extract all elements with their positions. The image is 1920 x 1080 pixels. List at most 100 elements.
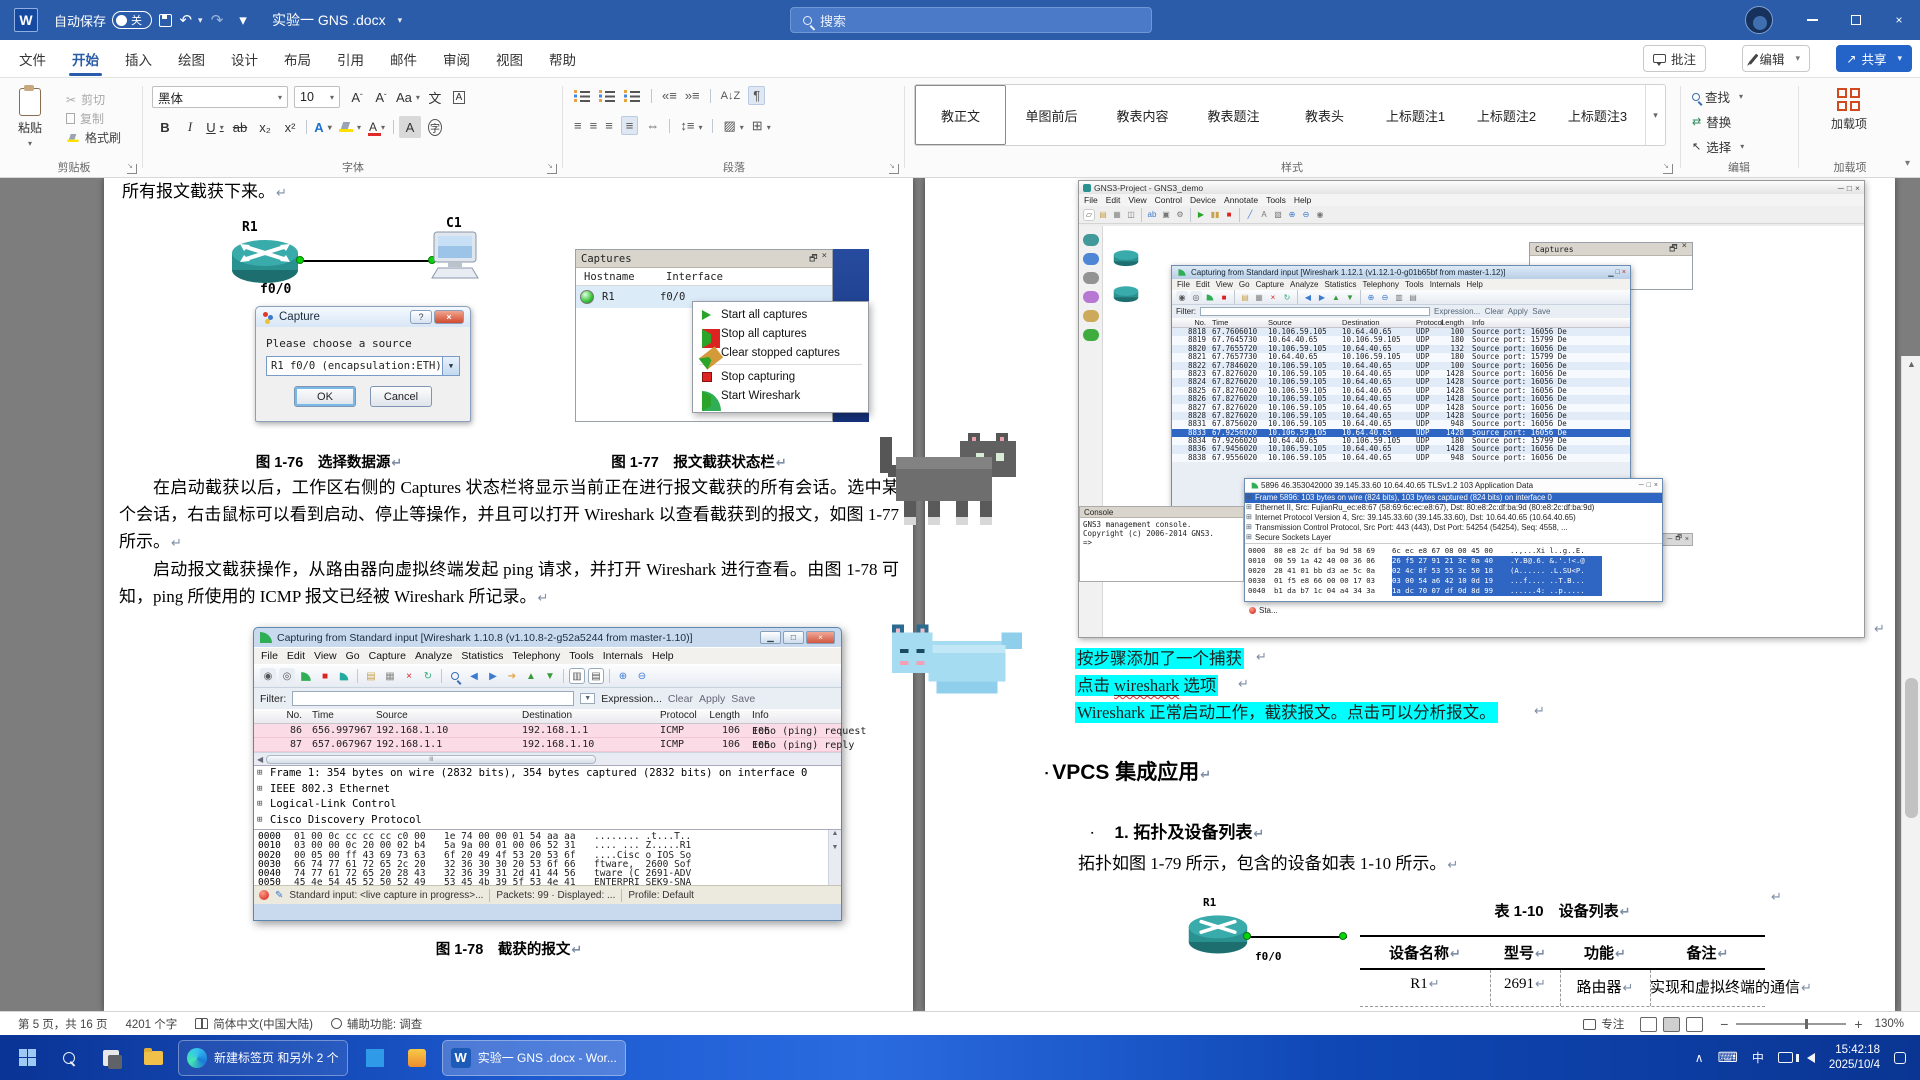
numbered-list-button[interactable] bbox=[599, 89, 616, 102]
styles-dialog-launcher[interactable]: ↘ bbox=[1663, 164, 1673, 174]
proofing-status[interactable]: 简体中文(中国大陆) bbox=[195, 1016, 313, 1032]
zoom-in-button[interactable]: + bbox=[1854, 1016, 1862, 1032]
text-effects-button[interactable]: A▾ bbox=[312, 116, 334, 138]
zoom-in-icon[interactable]: ⊕ bbox=[1286, 209, 1298, 221]
vertical-scrollbar[interactable]: ▲▼ bbox=[828, 830, 841, 885]
float-panel-icon[interactable]: 🗗 bbox=[1669, 241, 1677, 257]
switch-tool-icon[interactable] bbox=[1083, 253, 1099, 265]
shading-button[interactable]: ▨▾ bbox=[723, 118, 743, 134]
tray-overflow-button[interactable]: ∧ bbox=[1695, 1051, 1704, 1065]
ribbon-tab[interactable]: 设计 bbox=[218, 40, 271, 78]
line-spacing-button[interactable]: ↕≡▾ bbox=[680, 118, 702, 133]
style-item[interactable]: 教正文 bbox=[915, 85, 1006, 145]
scrollbar-thumb[interactable] bbox=[1905, 678, 1918, 818]
ribbon-tab[interactable]: 文件 bbox=[6, 40, 59, 78]
cancel-button[interactable]: Cancel bbox=[370, 386, 432, 407]
context-menu-item[interactable]: Stop capturing bbox=[693, 367, 868, 386]
detail-row[interactable]: Internet Protocol Version 4, Src: 39.145… bbox=[1245, 513, 1662, 523]
zoom-level[interactable]: 130% bbox=[1875, 1018, 1904, 1030]
addins-button[interactable]: 加载项 bbox=[1826, 88, 1872, 132]
menu-item[interactable]: Edit bbox=[1196, 280, 1210, 289]
ribbon-tab[interactable]: 帮助 bbox=[536, 40, 589, 78]
menu-item[interactable]: Go bbox=[1239, 280, 1250, 289]
menu-item[interactable]: Analyze bbox=[1290, 280, 1318, 289]
close-file-icon[interactable]: × bbox=[401, 668, 417, 684]
minimize-window-button[interactable] bbox=[1790, 0, 1834, 40]
close-panel-icon[interactable]: × bbox=[822, 251, 827, 267]
detail-row[interactable]: Frame 5896: 103 bytes on wire (824 bits)… bbox=[1245, 493, 1662, 503]
popup-title-bar[interactable]: 5896 46.353042000 39.145.33.60 10.64.40.… bbox=[1245, 479, 1662, 493]
menu-item[interactable]: Tools bbox=[1266, 195, 1286, 205]
show-formatting-marks-button[interactable]: ¶ bbox=[748, 86, 765, 105]
minimize-icon[interactable]: ─ bbox=[1838, 183, 1844, 193]
enclose-characters-button[interactable]: 字 bbox=[424, 116, 446, 138]
clipboard-dialog-launcher[interactable]: ↘ bbox=[127, 164, 137, 174]
dialog-title-bar[interactable]: Capture ?× bbox=[256, 307, 470, 327]
paste-button[interactable]: 粘贴▾ bbox=[18, 88, 42, 148]
help-button[interactable]: ? bbox=[410, 310, 432, 324]
font-color-button[interactable]: A▾ bbox=[366, 116, 388, 138]
redo-button[interactable]: ↷ bbox=[204, 7, 230, 33]
filter-input[interactable] bbox=[1200, 307, 1430, 316]
editing-mode-button[interactable]: 编辑▾ bbox=[1742, 45, 1810, 72]
document-page-left[interactable]: 所有报文截获下来。↵ R1 C1 f0/0 bbox=[104, 178, 913, 1011]
captures-panel-header[interactable]: Captures 🗗× bbox=[576, 250, 832, 268]
hex-dump-pane[interactable]: 000080 e8 2c df ba 9d 58 696c ec e8 67 0… bbox=[1245, 544, 1662, 596]
float-panel-icon[interactable]: 🗗 bbox=[809, 251, 817, 267]
undo-button[interactable]: ↶▾ bbox=[178, 7, 204, 33]
ribbon-tab[interactable]: 绘图 bbox=[165, 40, 218, 78]
detail-row[interactable]: Secure Sockets Layer bbox=[1245, 533, 1662, 543]
zoom-out-button[interactable]: − bbox=[1720, 1016, 1728, 1032]
stop-all-icon[interactable]: ■ bbox=[1223, 209, 1235, 221]
console-panel-header[interactable]: Console bbox=[1080, 507, 1243, 518]
detail-row[interactable]: Cisco Discovery Protocol bbox=[254, 813, 841, 829]
go-to-packet-icon[interactable]: ➔ bbox=[504, 668, 520, 684]
font-name-select[interactable]: 黑体▾ bbox=[152, 86, 288, 108]
context-menu-item[interactable]: Stop all captures bbox=[693, 324, 868, 343]
volume-icon[interactable] bbox=[1807, 1053, 1815, 1063]
borders-button[interactable]: ⊞▾ bbox=[752, 118, 771, 134]
shrink-font-button[interactable]: Aˇ bbox=[370, 86, 392, 108]
file-explorer-button[interactable] bbox=[138, 1043, 168, 1073]
end-device-tool-icon[interactable] bbox=[1083, 272, 1099, 284]
zoom-slider[interactable] bbox=[1736, 1023, 1846, 1025]
close-dialog-button[interactable]: × bbox=[434, 310, 464, 324]
focus-mode-button[interactable]: 专注 bbox=[1583, 1016, 1624, 1032]
save-file-icon[interactable]: ▦ bbox=[382, 668, 398, 684]
menu-item[interactable]: Help bbox=[1294, 195, 1311, 205]
user-avatar[interactable] bbox=[1745, 6, 1773, 34]
word-count[interactable]: 4201 个字 bbox=[125, 1016, 177, 1032]
ribbon-tab[interactable]: 视图 bbox=[483, 40, 536, 78]
collapse-ribbon-button[interactable]: ▾ bbox=[1905, 158, 1910, 169]
float-panel-icon[interactable]: 🗗 bbox=[1675, 534, 1682, 545]
topology-router-icon[interactable] bbox=[1113, 249, 1139, 267]
cut-button[interactable]: ✂剪切 bbox=[66, 90, 121, 109]
menu-item[interactable]: View bbox=[1128, 195, 1146, 205]
scroll-up-icon[interactable]: ▲ bbox=[1902, 356, 1920, 373]
packet-row[interactable]: 87657.067967192.168.1.1192.168.1.10ICMP1… bbox=[254, 738, 841, 752]
save-filter-button[interactable]: Save bbox=[731, 693, 755, 705]
menu-item[interactable]: File bbox=[261, 650, 278, 662]
close-icon[interactable]: × bbox=[1855, 183, 1860, 193]
close-panel-icon[interactable]: × bbox=[1685, 536, 1689, 543]
highlight-color-button[interactable]: ▾ bbox=[337, 116, 363, 138]
ime-indicator[interactable]: 中 bbox=[1752, 1049, 1764, 1066]
document-title-menu[interactable]: 实验一 GNS .docx ▾ bbox=[272, 10, 402, 30]
menu-item[interactable]: Edit bbox=[1106, 195, 1121, 205]
menu-item[interactable]: File bbox=[1177, 280, 1190, 289]
menu-item[interactable]: Device bbox=[1190, 195, 1216, 205]
hex-dump-pane[interactable]: 000001 00 0c cc cc cc c0 001e 74 00 00 0… bbox=[254, 829, 841, 885]
document-scrollbar[interactable]: ▲ ▼ bbox=[1901, 356, 1920, 1011]
find-button[interactable]: 查找▾ bbox=[1692, 86, 1743, 107]
cloud-tool-icon[interactable] bbox=[1083, 310, 1099, 322]
print-layout-button[interactable] bbox=[1663, 1017, 1680, 1032]
all-devices-tool-icon[interactable] bbox=[1083, 329, 1099, 341]
share-button[interactable]: ↗共享▾ bbox=[1836, 45, 1912, 72]
start-capture-icon[interactable] bbox=[298, 668, 314, 684]
reload-icon[interactable]: ↻ bbox=[420, 668, 436, 684]
strikethrough-button[interactable]: ab bbox=[229, 116, 251, 138]
underline-button[interactable]: U▾ bbox=[204, 116, 226, 138]
subscript-button[interactable]: x₂ bbox=[254, 116, 276, 138]
replace-button[interactable]: ⇄替换 bbox=[1692, 111, 1731, 132]
clock[interactable]: 15:42:18 2025/10/4 bbox=[1829, 1043, 1880, 1073]
